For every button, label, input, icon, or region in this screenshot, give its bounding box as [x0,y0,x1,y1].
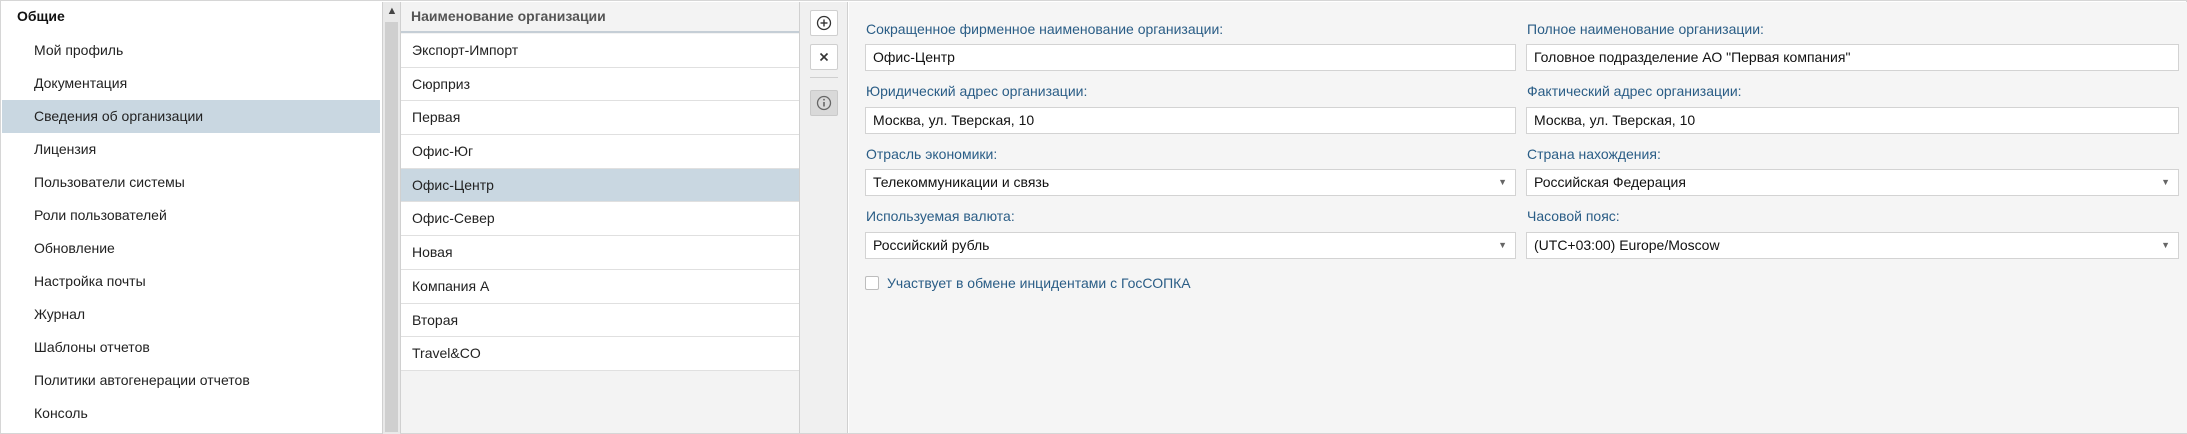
industry-label: Отрасль экономики: [866,146,998,162]
nav-item-label: Обновление [34,240,115,256]
org-row-surprise[interactable]: Сюрприз [401,68,800,102]
short-name-label: Сокращенное фирменное наименование орган… [866,21,1224,37]
nav-item-label: Настройка почты [34,273,146,289]
gossopka-checkbox[interactable] [865,276,879,290]
industry-select[interactable]: Телекоммуникации и связь ▼ [865,169,1516,196]
chevron-down-icon: ▼ [1498,177,1507,187]
org-row-travel-co[interactable]: Travel&CO [401,337,800,371]
nav-item-license[interactable]: Лицензия [2,133,380,166]
nav-item-label: Мой профиль [34,42,124,58]
nav-item-system-users[interactable]: Пользователи системы [2,166,380,199]
nav-item-console[interactable]: Консоль [2,397,380,430]
organization-toolbar [799,2,848,433]
nav-item-label: Роли пользователей [34,207,167,223]
chevron-down-icon: ▼ [1498,240,1507,250]
nav-section-header: Общие [2,2,382,32]
add-organization-button[interactable] [810,10,838,36]
actual-address-field[interactable]: Москва, ул. Тверская, 10 [1526,107,2179,134]
short-name-field[interactable]: Офис-Центр [865,44,1516,71]
org-name: Офис-Центр [412,176,494,193]
country-label: Страна нахождения: [1527,146,1661,162]
org-name: Travel&CO [412,345,481,362]
full-name-value: Головное подразделение АО "Первая компан… [1534,49,1851,65]
legal-address-value: Москва, ул. Тверская, 10 [873,112,1035,128]
short-name-value: Офис-Центр [873,49,955,65]
org-row-new[interactable]: Новая [401,236,800,270]
legal-address-field[interactable]: Москва, ул. Тверская, 10 [865,107,1516,134]
settings-window: Общие Мой профиль Документация Сведения … [0,0,2187,434]
gossopka-checkbox-row[interactable]: Участвует в обмене инцидентами с ГосСОПК… [865,275,1191,291]
org-row-company-a[interactable]: Компания А [401,270,800,304]
nav-item-report-templates[interactable]: Шаблоны отчетов [2,331,380,364]
org-name: Первая [412,109,461,126]
org-name: Компания А [412,277,490,294]
nav-item-label: Политики автогенерации отчетов [34,372,250,388]
chevron-down-icon: ▼ [2161,177,2170,187]
nav-item-profile[interactable]: Мой профиль [2,34,380,67]
org-row-office-center[interactable]: Офис-Центр [401,168,800,203]
country-select[interactable]: Российская Федерация ▼ [1526,169,2179,196]
nav-item-documentation[interactable]: Документация [2,67,380,100]
nav-item-label: Пользователи системы [34,174,185,190]
org-row-export-import[interactable]: Экспорт-Импорт [401,34,800,68]
nav-item-label: Шаблоны отчетов [34,339,150,355]
org-name: Офис-Юг [412,143,474,160]
toolbar-divider [810,77,838,78]
timezone-select[interactable]: (UTC+03:00) Europe/Moscow ▼ [1526,232,2179,259]
delete-organization-button[interactable] [810,44,838,70]
org-row-office-south[interactable]: Офис-Юг [401,135,800,169]
org-name: Вторая [412,311,459,328]
chevron-down-icon: ▼ [2161,240,2170,250]
organization-list: Экспорт-Импорт Сюрприз Первая Офис-Юг Оф… [401,34,800,371]
industry-value: Телекоммуникации и связь [873,174,1050,190]
nav-section-title: Общие [17,8,65,24]
scroll-up-icon[interactable]: ▲ [383,2,401,20]
org-name: Сюрприз [412,75,471,92]
org-name: Экспорт-Импорт [412,42,519,58]
timezone-value: (UTC+03:00) Europe/Moscow [1534,237,1720,253]
currency-label: Используемая валюта: [866,208,1015,224]
nav-item-organization-info[interactable]: Сведения об организации [2,100,380,133]
full-name-label: Полное наименование организации: [1527,21,1764,37]
nav-item-report-autogen-policies[interactable]: Политики автогенерации отчетов [2,364,380,397]
nav-list: Мой профиль Документация Сведения об орг… [2,34,380,430]
settings-nav: Общие Мой профиль Документация Сведения … [2,2,400,434]
nav-item-label: Журнал [34,306,86,322]
legal-address-label: Юридический адрес организации: [866,83,1088,99]
nav-item-update[interactable]: Обновление [2,232,380,265]
gossopka-checkbox-label[interactable]: Участвует в обмене инцидентами с ГосСОПК… [887,275,1191,291]
scrollbar-thumb[interactable] [385,22,398,432]
close-icon [819,52,829,62]
organization-details-panel: Сокращенное фирменное наименование орган… [849,2,2187,433]
nav-item-journal[interactable]: Журнал [2,298,380,331]
country-value: Российская Федерация [1534,174,1686,190]
org-name: Офис-Север [412,210,495,227]
nav-item-label: Лицензия [34,141,97,157]
nav-item-label: Сведения об организации [34,108,204,124]
currency-value: Российский рубль [873,237,990,253]
organization-list-panel: Наименование организации Экспорт-Импорт … [400,2,800,433]
column-header-label: Наименование организации [411,8,606,24]
nav-item-label: Документация [34,75,128,91]
nav-item-mail-settings[interactable]: Настройка почты [2,265,380,298]
currency-select[interactable]: Российский рубль ▼ [865,232,1516,259]
info-icon [816,95,832,111]
nav-item-label: Консоль [34,405,88,421]
org-row-office-north[interactable]: Офис-Север [401,202,800,237]
org-name: Новая [412,244,453,261]
info-button[interactable] [810,90,838,116]
nav-scrollbar[interactable]: ▲ [382,2,400,434]
plus-circle-icon [816,15,832,31]
org-row-second[interactable]: Вторая [401,304,800,338]
org-row-first[interactable]: Первая [401,101,800,136]
timezone-label: Часовой пояс: [1527,208,1620,224]
organization-list-header[interactable]: Наименование организации [401,2,800,33]
full-name-field[interactable]: Головное подразделение АО "Первая компан… [1526,44,2179,71]
nav-item-user-roles[interactable]: Роли пользователей [2,199,380,232]
actual-address-label: Фактический адрес организации: [1527,83,1742,99]
actual-address-value: Москва, ул. Тверская, 10 [1534,112,1696,128]
